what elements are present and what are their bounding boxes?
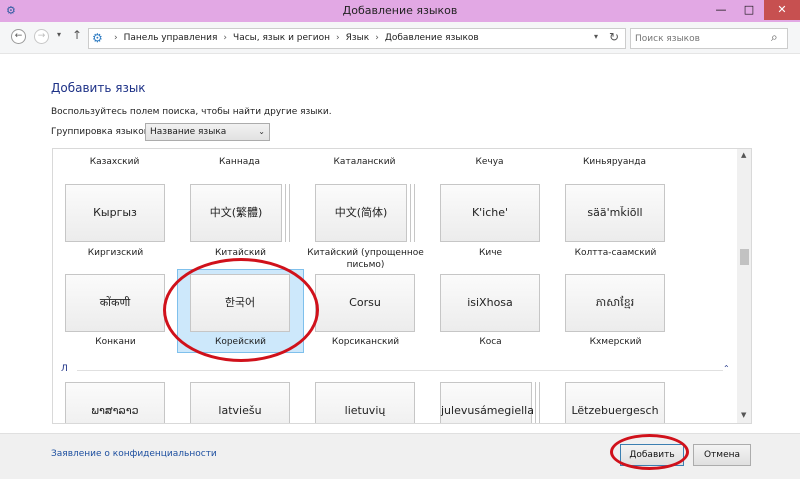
language-name[interactable]: Киче [428,247,553,259]
language-tile-konkani[interactable]: कोंकणी [65,274,165,332]
language-name[interactable]: Колтта-саамский [553,247,678,259]
refresh-icon[interactable]: ↻ [609,30,619,44]
annotation-ellipse [610,434,689,470]
breadcrumb-item[interactable]: Часы, язык и регион [233,33,330,43]
language-tile-luxembourgish[interactable]: Lëtzebuergesch [565,382,665,423]
control-panel-icon: ⚙ [92,31,103,45]
address-bar[interactable]: ⚙ › Панель управления › Часы, язык и регион… [88,28,626,49]
grouping-select-value: Название языка [150,127,227,137]
address-dropdown-chevron-icon[interactable]: ▾ [594,32,598,41]
minimize-button[interactable]: — [708,0,734,20]
language-tile-lule-sami[interactable]: julevusámegiella [440,382,534,423]
language-row-labels: Казахский Каннада Каталанский Кечуа Кинь… [53,157,736,171]
language-list[interactable]: Казахский Каннада Каталанский Кечуа Кинь… [52,148,752,424]
scroll-down-arrow-icon[interactable]: ▼ [741,411,746,419]
close-button[interactable]: ✕ [764,0,800,20]
section-header-letter: Л [61,364,68,374]
privacy-statement-link[interactable]: Заявление о конфиденциальности [51,449,217,459]
language-name[interactable]: Киньяруанда [553,157,676,167]
grouping-select[interactable]: Название языка ⌄ [145,123,270,141]
language-name[interactable]: Казахский [53,157,176,167]
language-tile-lithuanian[interactable]: lietuvių [315,382,415,423]
breadcrumb-item[interactable]: Панель управления [124,33,218,43]
grouping-label: Группировка языков: [51,127,153,137]
maximize-button[interactable]: □ [736,0,762,20]
breadcrumb-item[interactable]: Добавление языков [385,33,479,43]
language-tile-chinese-simplified[interactable]: 中文(简体) [315,184,407,242]
search-box[interactable]: ⌕ [630,28,788,49]
language-tile-latvian[interactable]: latviešu [190,382,290,423]
language-tile-skolt-sami[interactable]: sää'mǩiõll [565,184,665,242]
language-tile-lao[interactable]: ພາສາລາວ [65,382,165,423]
annotation-ellipse [163,258,319,362]
cancel-button[interactable]: Отмена [693,444,751,466]
search-icon[interactable]: ⌕ [771,30,778,45]
collapse-section-chevron-icon[interactable]: ⌃ [723,364,730,373]
title-bar: ⚙ Добавление языков — □ ✕ [0,0,800,22]
search-input[interactable] [635,31,765,46]
language-tile-corsican[interactable]: Corsu [315,274,415,332]
language-tile-kyrgyz[interactable]: Кыргыз [65,184,165,242]
search-hint: Воспользуйтесь полем поиска, чтобы найти… [51,107,332,117]
language-name[interactable]: Каннада [178,157,301,167]
language-tile-chinese-traditional[interactable]: 中文(繁體) [190,184,282,242]
language-name[interactable]: Киргизский [53,247,178,259]
language-name[interactable]: Китайский (упрощенное письмо) [303,247,428,271]
language-name[interactable]: Коса [428,336,553,348]
breadcrumb: › Панель управления › Часы, язык и регион › Я… [114,33,479,43]
language-name[interactable]: Корсиканский [303,336,428,348]
window-title: Добавление языков [342,4,458,17]
navigation-bar: ← → ▾ ↑ ⚙ › Панель управления › Часы, язык … [0,22,800,54]
language-tile-khmer[interactable]: ភាសាខ្មែរ [565,274,665,332]
vertical-scrollbar[interactable]: ▲ ▼ [737,149,751,423]
section-divider [77,370,723,371]
language-name[interactable]: Каталанский [303,157,426,167]
scrollbar-thumb[interactable] [740,249,749,265]
language-tile-kiche[interactable]: K'iche' [440,184,540,242]
up-arrow-icon[interactable]: ↑ [72,28,82,42]
language-tile-xhosa[interactable]: isiXhosa [440,274,540,332]
page-title: Добавить язык [51,81,146,95]
language-name[interactable]: Конкани [53,336,178,348]
language-name[interactable]: Кечуа [428,157,551,167]
language-name[interactable]: Кхмерский [553,336,678,348]
recent-locations-chevron-icon[interactable]: ▾ [57,30,61,39]
scroll-up-arrow-icon[interactable]: ▲ [741,151,746,159]
back-button[interactable]: ← [11,29,26,44]
forward-button[interactable]: → [34,29,49,44]
chevron-down-icon: ⌄ [258,127,265,136]
breadcrumb-item[interactable]: Язык [346,33,370,43]
